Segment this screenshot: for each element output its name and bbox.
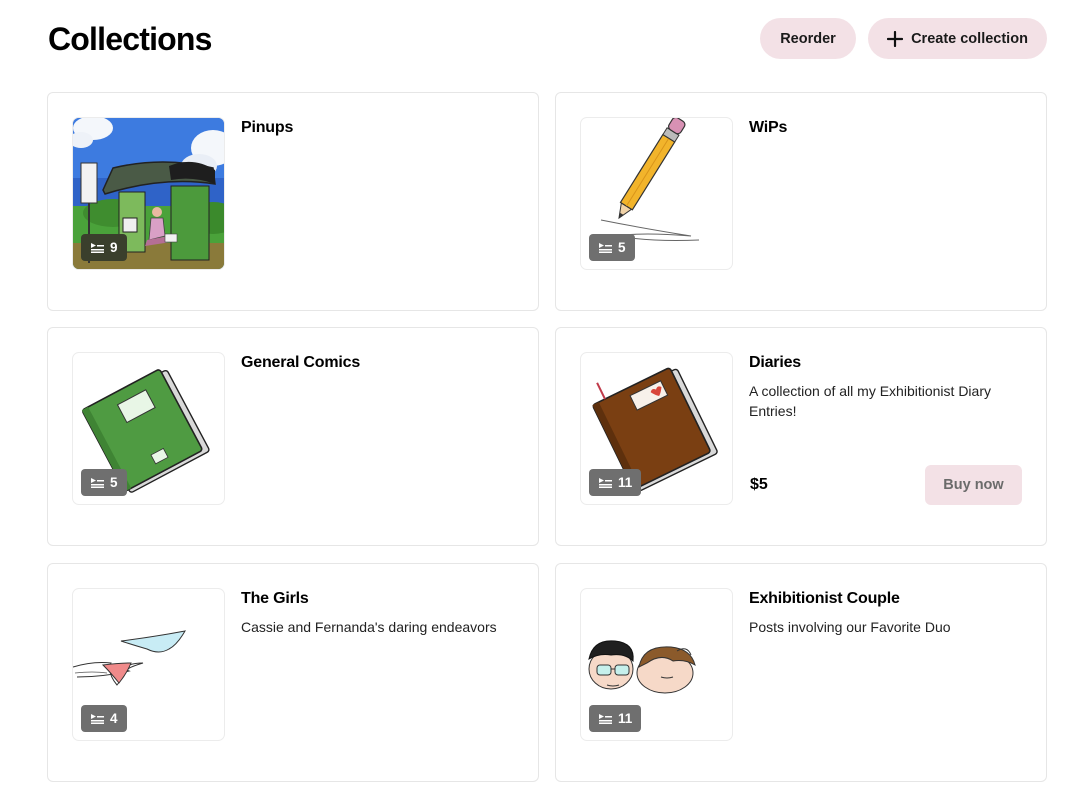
collection-price: $5 [750, 476, 768, 493]
create-collection-button[interactable]: Create collection [868, 18, 1047, 59]
collection-card-pinups[interactable]: 9 Pinups [47, 92, 539, 311]
post-count-badge: 5 [589, 234, 635, 261]
collection-name[interactable]: Pinups [241, 119, 293, 137]
post-count: 11 [618, 475, 633, 490]
post-count-badge: 4 [81, 705, 127, 732]
plus-icon [887, 30, 904, 47]
create-collection-label: Create collection [911, 30, 1028, 47]
collection-name[interactable]: Exhibitionist Couple [749, 590, 900, 608]
reorder-button[interactable]: Reorder [760, 18, 856, 59]
post-count: 11 [618, 711, 633, 726]
media-list-icon [91, 477, 104, 488]
collection-name[interactable]: The Girls [241, 590, 309, 608]
post-count: 5 [618, 240, 626, 255]
collection-thumbnail[interactable]: 9 [72, 117, 225, 270]
post-count-badge: 11 [589, 469, 642, 496]
media-list-icon [599, 713, 612, 724]
collection-card-the-girls[interactable]: 4 The Girls Cassie and Fernanda's daring… [47, 563, 539, 782]
collection-description: A collection of all my Exhibitionist Dia… [749, 383, 991, 419]
collection-thumbnail[interactable]: 11 [580, 352, 733, 505]
collection-thumbnail[interactable]: 4 [72, 588, 225, 741]
collection-name[interactable]: WiPs [749, 119, 787, 137]
collection-description: Posts involving our Favorite Duo [749, 619, 951, 635]
post-count: 5 [110, 475, 118, 490]
post-count: 9 [110, 240, 118, 255]
media-list-icon [599, 477, 612, 488]
post-count-badge: 11 [589, 705, 642, 732]
collection-name[interactable]: Diaries [749, 354, 801, 372]
collection-card-wips[interactable]: 5 WiPs [555, 92, 1047, 311]
collection-card-diaries[interactable]: 11 Diaries A collection of all my Exhibi… [555, 327, 1047, 546]
post-count: 4 [110, 711, 118, 726]
page-title: Collections [48, 21, 212, 57]
media-list-icon [599, 242, 612, 253]
collection-thumbnail[interactable]: 5 [580, 117, 733, 270]
collection-name[interactable]: General Comics [241, 354, 360, 372]
post-count-badge: 5 [81, 469, 127, 496]
collection-thumbnail[interactable]: 11 [580, 588, 733, 741]
collection-card-exhibitionist-couple[interactable]: 11 Exhibitionist Couple Posts involving … [555, 563, 1047, 782]
collection-card-general-comics[interactable]: 5 General Comics [47, 327, 539, 546]
media-list-icon [91, 242, 104, 253]
media-list-icon [91, 713, 104, 724]
collection-thumbnail[interactable]: 5 [72, 352, 225, 505]
post-count-badge: 9 [81, 234, 127, 261]
buy-now-button[interactable]: Buy now [925, 465, 1022, 505]
collection-description: Cassie and Fernanda's daring endeavors [241, 619, 497, 635]
